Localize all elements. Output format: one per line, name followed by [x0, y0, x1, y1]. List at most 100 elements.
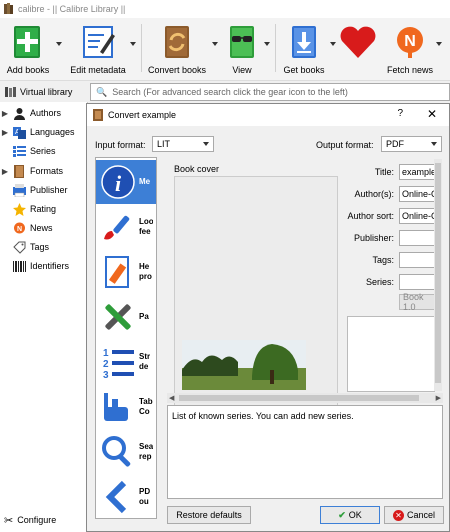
input-format-select[interactable]: LIT	[152, 136, 214, 152]
category-pdf-output[interactable]: PD ou	[96, 475, 156, 518]
add-books-dropdown[interactable]	[54, 18, 64, 80]
donate-button[interactable]	[338, 18, 378, 80]
scrollbar-thumb[interactable]	[179, 395, 419, 401]
fetch-news-dropdown[interactable]	[434, 18, 444, 80]
convert-books-button[interactable]: Convert books	[146, 18, 208, 80]
output-format-select[interactable]: PDF	[381, 136, 442, 152]
book-icon	[12, 164, 26, 178]
get-books-dropdown[interactable]	[328, 18, 338, 80]
tags-field[interactable]	[399, 252, 435, 268]
category-table-of-contents[interactable]: Tab Co	[96, 385, 156, 429]
category-metadata[interactable]: i Me	[96, 160, 156, 204]
sidebar-item-label: Languages	[30, 127, 75, 137]
tags-label: Tags:	[372, 255, 394, 265]
sidebar-item-label: News	[30, 223, 53, 233]
conversion-category-list: i Me Loo fee He pro Pa 123 Str de Tab Co…	[95, 157, 157, 519]
configure-button[interactable]: ✂ Configure	[0, 510, 86, 530]
close-icon[interactable]: ✕	[427, 107, 437, 121]
sidebar-item-rating[interactable]: Rating	[0, 200, 86, 218]
author-sort-field[interactable]: Online-C	[399, 208, 435, 224]
author-sort-label: Author sort:	[347, 211, 394, 221]
expand-arrow-icon[interactable]: ▶	[0, 167, 10, 176]
sidebar-item-label: Identifiers	[30, 261, 70, 271]
toolbar-separator	[275, 24, 276, 72]
add-books-button[interactable]: Add books	[6, 18, 50, 80]
virtual-library-label: Virtual library	[20, 86, 73, 97]
sidebar-item-publisher[interactable]: Publisher	[0, 181, 86, 199]
publisher-icon	[12, 183, 26, 197]
get-books-button[interactable]: Get books	[280, 18, 328, 80]
add-books-icon	[14, 26, 40, 58]
tools-icon	[105, 304, 131, 330]
svg-text:1: 1	[103, 348, 109, 359]
scroll-left-icon[interactable]: ◀	[169, 394, 174, 402]
series-label: Series:	[365, 277, 394, 287]
vertical-scrollbar[interactable]	[434, 159, 442, 391]
category-page-setup[interactable]: Pa	[96, 295, 156, 339]
view-icon	[230, 26, 254, 58]
person-icon	[12, 106, 26, 120]
comments-editor[interactable]	[347, 316, 435, 392]
scrollbar-thumb[interactable]	[435, 163, 441, 383]
category-search-replace[interactable]: Sea rep	[96, 430, 156, 474]
search-replace-icon	[102, 436, 131, 467]
sidebar-item-series[interactable]: Series	[0, 142, 86, 160]
configure-label: Configure	[17, 515, 57, 525]
search-icon[interactable]: 🔍	[96, 87, 107, 98]
sidebar-item-identifiers[interactable]: Identifiers	[0, 257, 86, 275]
svg-text:i: i	[115, 171, 122, 196]
series-field[interactable]	[399, 274, 435, 290]
search-input[interactable]: 🔍 Search (For advanced search click the …	[90, 83, 450, 101]
expand-arrow-icon[interactable]: ▶	[0, 128, 10, 137]
sidebar-item-news[interactable]: N News	[0, 219, 86, 237]
view-button[interactable]: View	[224, 18, 260, 80]
ok-label: OK	[348, 510, 362, 520]
category-label: Str de	[139, 352, 151, 371]
cancel-button[interactable]: ✕ Cancel	[384, 506, 444, 524]
convert-books-dropdown[interactable]	[210, 18, 220, 80]
convert-books-label: Convert books	[147, 65, 207, 75]
virtual-library-button[interactable]: Virtual library	[2, 83, 75, 100]
app-titlebar: calibre - || Calibre Library ||	[0, 0, 450, 18]
edit-metadata-label: Edit metadata	[70, 65, 126, 75]
category-heuristic-processing[interactable]: He pro	[96, 250, 156, 294]
edit-metadata-dropdown[interactable]	[128, 18, 138, 80]
pdf-output-icon	[105, 480, 127, 514]
ok-button[interactable]: ✔ OK	[320, 506, 380, 524]
category-structure-detection[interactable]: 123 Str de	[96, 340, 156, 384]
barcode-icon	[12, 259, 26, 273]
authors-label: Author(s):	[354, 189, 394, 199]
scroll-right-icon[interactable]: ▶	[436, 394, 441, 402]
help-button[interactable]: ?	[397, 108, 403, 119]
languages-icon: A	[12, 125, 26, 139]
category-look-and-feel[interactable]: Loo fee	[96, 205, 156, 249]
sidebar-item-tags[interactable]: Tags	[0, 238, 86, 256]
cancel-icon: ✕	[392, 509, 404, 521]
output-format-label: Output format:	[316, 140, 374, 150]
chevron-down-icon	[203, 142, 209, 146]
sidebar-item-formats[interactable]: ▶ Formats	[0, 162, 86, 180]
authors-field[interactable]: Online-C	[399, 186, 435, 202]
book-number-field[interactable]: Book 1.0	[399, 292, 435, 312]
svg-text:N: N	[404, 33, 416, 50]
brush-icon	[104, 215, 130, 240]
publisher-field[interactable]	[399, 230, 435, 246]
edit-metadata-button[interactable]: Edit metadata	[68, 18, 128, 80]
horizontal-scrollbar[interactable]: ◀ ▶	[167, 393, 443, 403]
info-icon: i	[101, 165, 135, 199]
book-cover-label: Book cover	[174, 164, 220, 174]
view-dropdown[interactable]	[262, 18, 272, 80]
expand-arrow-icon[interactable]: ▶	[0, 109, 10, 118]
sidebar-item-authors[interactable]: ▶ Authors	[0, 104, 86, 122]
restore-defaults-button[interactable]: Restore defaults	[167, 506, 251, 524]
sidebar-item-languages[interactable]: ▶ A Languages	[0, 123, 86, 141]
title-field[interactable]: example	[399, 164, 435, 180]
search-row: Virtual library 🔍 Search (For advanced s…	[0, 80, 450, 102]
input-format-label: Input format:	[95, 140, 146, 150]
title-label: Title:	[374, 167, 394, 177]
tag-browser: ▶ Authors ▶ A Languages Series ▶ Formats…	[0, 102, 88, 532]
sidebar-item-label: Formats	[30, 166, 64, 176]
fetch-news-button[interactable]: N Fetch news	[382, 18, 438, 80]
category-label: Loo fee	[139, 217, 153, 236]
configure-tools-icon: ✂	[4, 514, 14, 527]
